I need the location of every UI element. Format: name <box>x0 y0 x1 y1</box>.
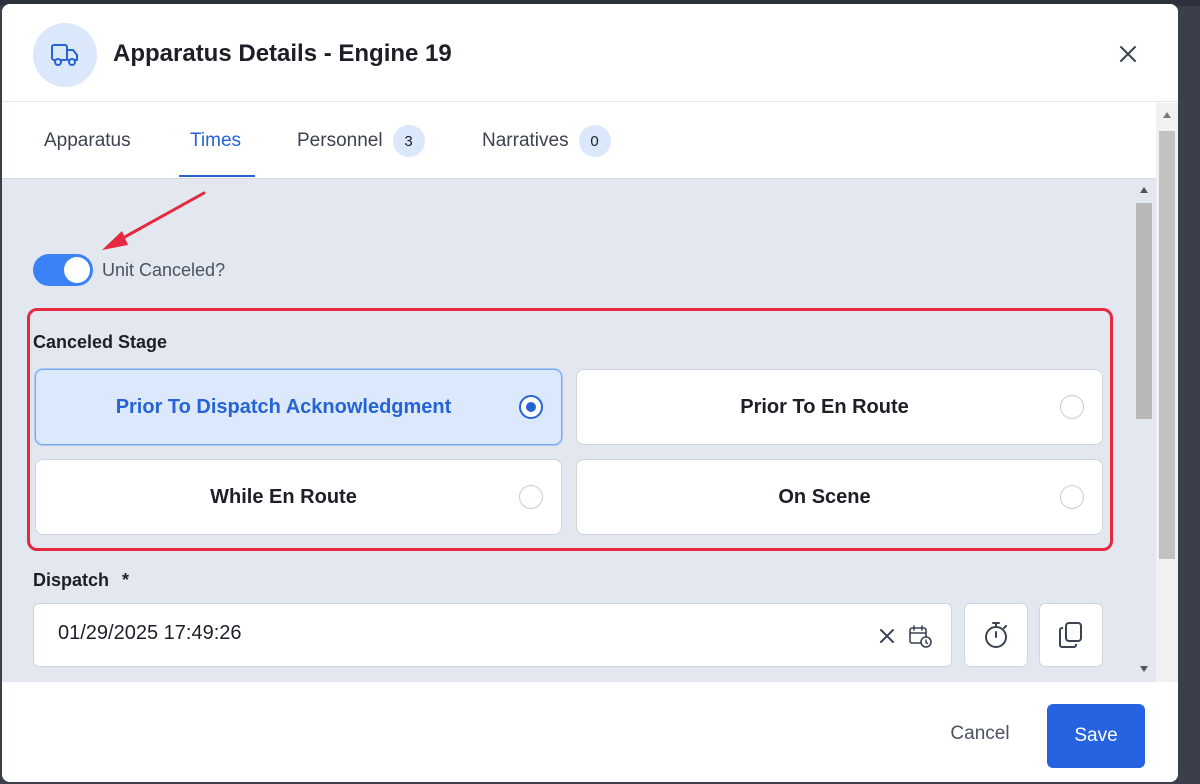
tab-apparatus[interactable]: Apparatus <box>44 103 131 179</box>
option-prior-to-en-route[interactable]: Prior To En Route <box>576 369 1103 445</box>
annotation-arrow-icon <box>102 191 206 250</box>
tab-label: Personnel <box>297 130 383 151</box>
times-panel: Unit Canceled? Canceled Stage Prior To D… <box>2 179 1156 682</box>
option-prior-to-dispatch-acknowledgment[interactable]: Prior To Dispatch Acknowledgment <box>35 369 562 445</box>
canceled-stage-label: Canceled Stage <box>33 332 168 352</box>
tab-label: Times <box>190 130 242 151</box>
dispatch-datetime-field[interactable] <box>33 603 952 667</box>
option-on-scene[interactable]: On Scene <box>576 459 1103 535</box>
count-badge: 3 <box>392 125 425 157</box>
scrollbar-thumb[interactable] <box>1159 131 1175 559</box>
option-while-en-route[interactable]: While En Route <box>35 459 562 535</box>
modal-scrollbar[interactable] <box>1156 103 1178 684</box>
close-icon[interactable] <box>1116 42 1140 66</box>
stopwatch-icon <box>985 622 1007 648</box>
radio-icon[interactable] <box>1060 395 1084 419</box>
copy-button[interactable] <box>1039 603 1103 667</box>
scroll-up-arrow-icon[interactable] <box>1140 187 1148 193</box>
toggle-knob <box>64 257 90 283</box>
dispatch-datetime-input[interactable] <box>58 622 838 645</box>
tab-label: Apparatus <box>44 130 131 151</box>
dispatch-label: Dispatch * <box>33 570 129 591</box>
radio-icon[interactable] <box>1060 485 1084 509</box>
count-badge: 0 <box>578 125 611 157</box>
tab-personnel[interactable]: Personnel 3 <box>297 103 425 179</box>
modal-header: Apparatus Details - Engine 19 <box>2 4 1178 102</box>
option-label: Prior To Dispatch Acknowledgment <box>115 395 452 418</box>
calendar-clock-icon[interactable] <box>908 624 932 653</box>
option-label: Prior To En Route <box>740 395 909 418</box>
tab-narratives[interactable]: Narratives 0 <box>482 103 611 179</box>
scroll-down-arrow-icon[interactable] <box>1140 666 1148 672</box>
modal-title: Apparatus Details - Engine 19 <box>113 40 452 67</box>
modal-footer: Cancel Save <box>2 682 1178 782</box>
stopwatch-button[interactable] <box>964 603 1028 667</box>
tab-times[interactable]: Times <box>190 103 241 179</box>
content-scrollbar[interactable] <box>1134 179 1154 682</box>
dispatch-label-text: Dispatch <box>33 570 110 590</box>
unit-canceled-toggle[interactable] <box>33 254 93 286</box>
tab-label: Narratives <box>482 130 569 151</box>
apparatus-details-modal: Apparatus Details - Engine 19 Apparatus … <box>2 4 1178 782</box>
clear-icon[interactable] <box>879 628 895 644</box>
copy-icon <box>1059 622 1082 648</box>
save-button[interactable]: Save <box>1047 704 1145 768</box>
option-label: While En Route <box>210 485 357 508</box>
active-tab-indicator <box>179 175 255 177</box>
tab-bar: Apparatus Times Personnel 3 Narratives 0 <box>2 103 1178 179</box>
radio-selected-icon[interactable] <box>519 395 543 419</box>
unit-canceled-label: Unit Canceled? <box>102 260 226 280</box>
cancel-button[interactable]: Cancel <box>932 712 1028 756</box>
truck-icon <box>33 23 97 87</box>
option-label: On Scene <box>778 485 871 508</box>
scroll-up-arrow-icon[interactable] <box>1163 112 1171 118</box>
scrollbar-thumb[interactable] <box>1136 203 1152 419</box>
required-mark: * <box>122 570 130 590</box>
radio-icon[interactable] <box>519 485 543 509</box>
